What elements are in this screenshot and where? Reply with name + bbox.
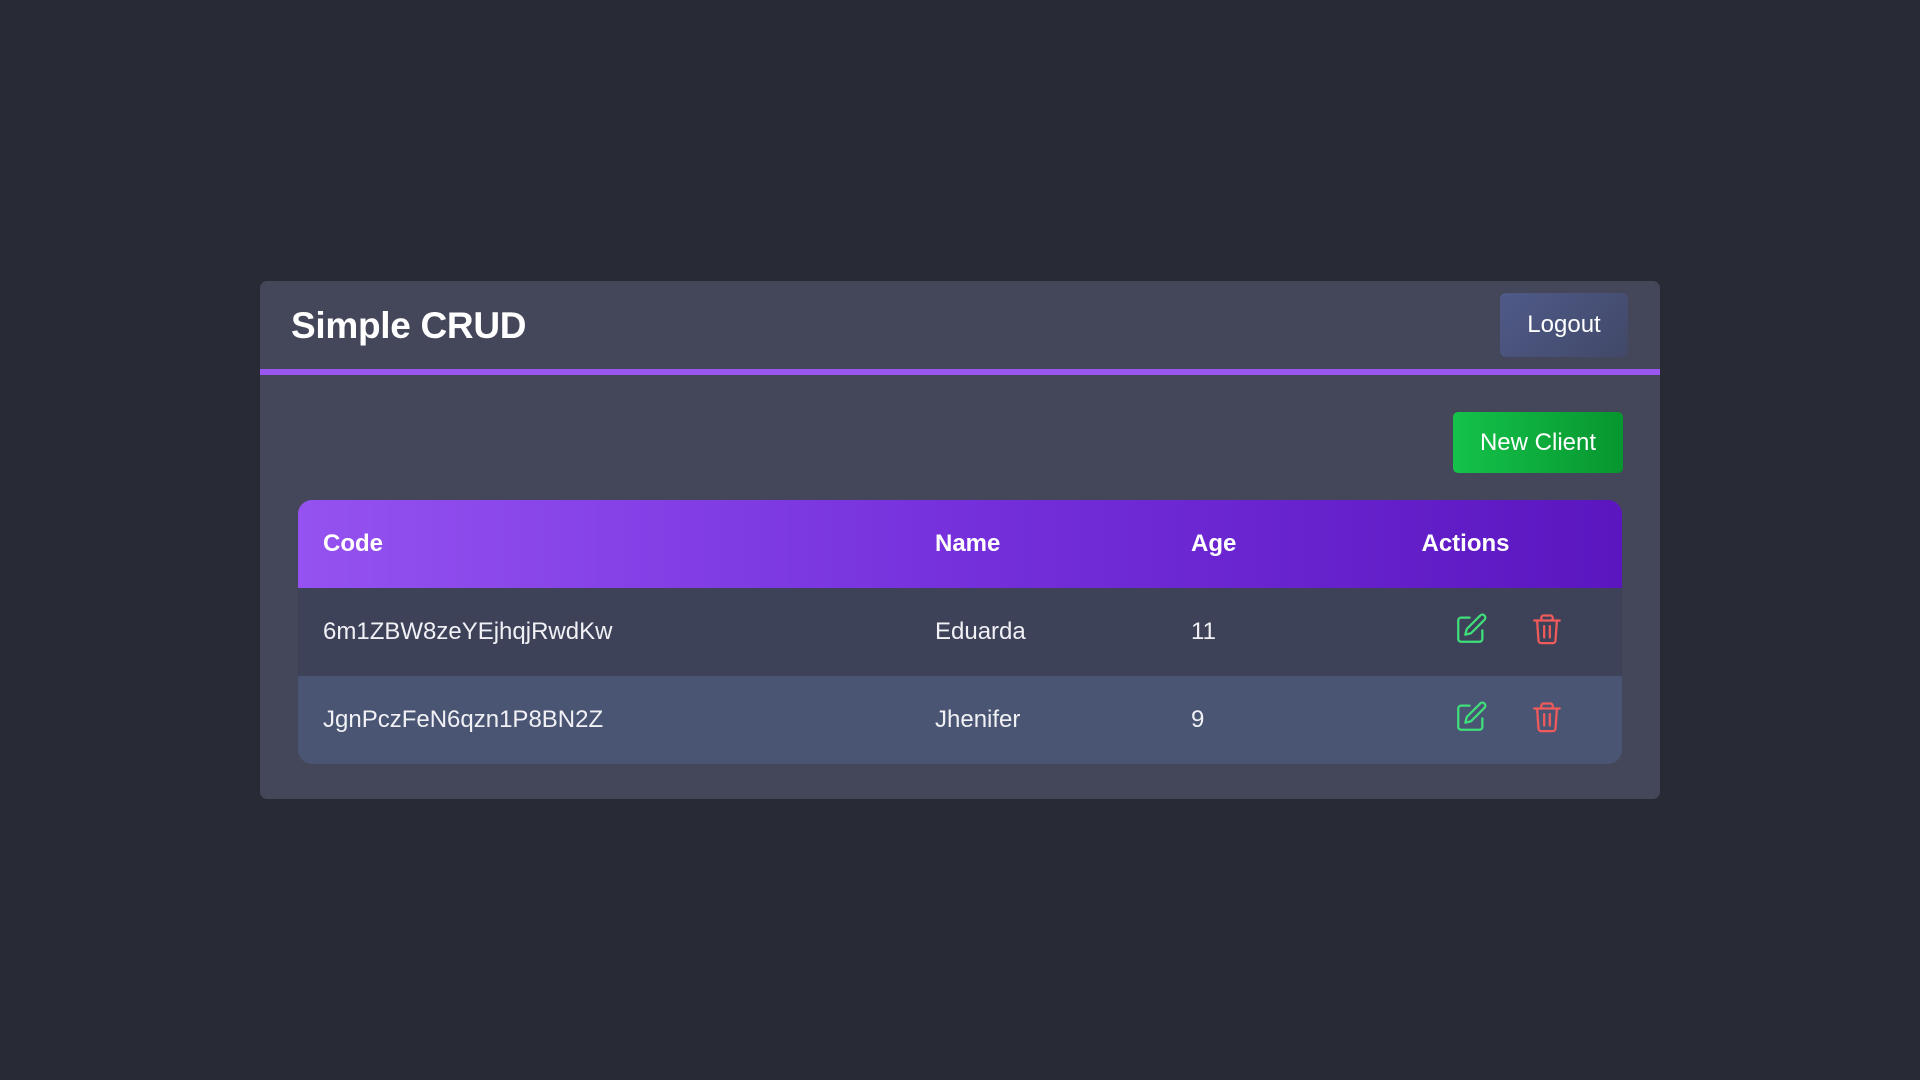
- page-title: Simple CRUD: [291, 305, 527, 346]
- cell-actions: [1401, 588, 1622, 676]
- trash-icon: [1533, 614, 1561, 645]
- table-row: JgnPczFeN6qzn1P8BN2Z Jhenifer 9: [298, 676, 1622, 764]
- trash-icon: [1533, 702, 1561, 733]
- cell-actions: [1401, 676, 1622, 764]
- table-row: 6m1ZBW8zeYEjhqjRwdKw Eduarda 11: [298, 588, 1622, 676]
- new-client-button[interactable]: New Client: [1453, 412, 1623, 473]
- cell-age: 9: [1191, 706, 1205, 733]
- column-header-age: Age: [1191, 530, 1237, 557]
- delete-button[interactable]: [1529, 699, 1565, 735]
- table-header-row: Code Name Age Actions: [298, 500, 1622, 588]
- cell-code: 6m1ZBW8zeYEjhqjRwdKw: [323, 618, 613, 645]
- edit-icon: [1457, 701, 1487, 731]
- cell-name: Jhenifer: [935, 706, 1021, 733]
- column-header-actions: Actions: [1421, 530, 1510, 557]
- card-header: Simple CRUD Logout: [260, 281, 1660, 375]
- column-header-code: Code: [323, 530, 383, 557]
- clients-table: Code Name Age Actions 6m1ZBW8zeYEjhqjRwd…: [298, 500, 1622, 764]
- cell-age: 11: [1191, 618, 1216, 645]
- column-header-name: Name: [935, 530, 1001, 557]
- logout-button[interactable]: Logout: [1500, 293, 1628, 357]
- edit-icon: [1457, 613, 1487, 643]
- edit-button[interactable]: [1453, 611, 1489, 647]
- edit-button[interactable]: [1453, 699, 1489, 735]
- main-card: Simple CRUD Logout New Client Code Name …: [260, 281, 1660, 799]
- cell-code: JgnPczFeN6qzn1P8BN2Z: [323, 706, 604, 733]
- cell-name: Eduarda: [935, 618, 1026, 645]
- delete-button[interactable]: [1529, 611, 1565, 647]
